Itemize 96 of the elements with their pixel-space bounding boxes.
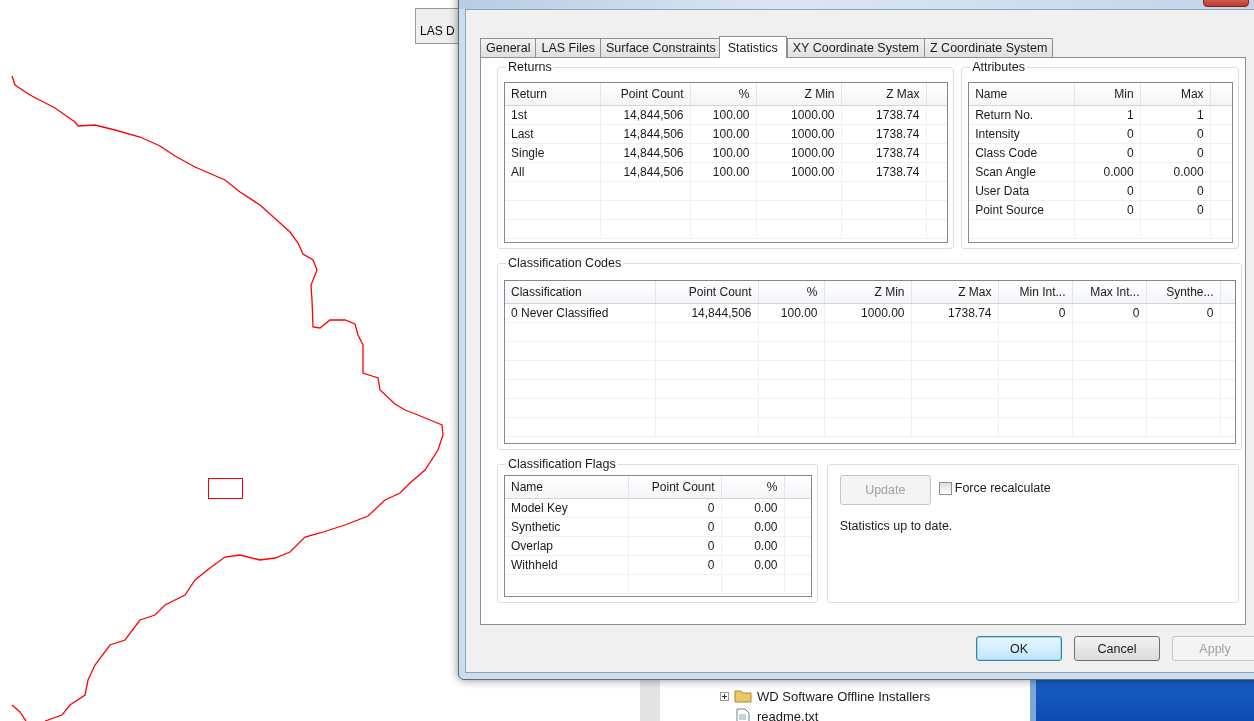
table-cell: 1st [505,105,600,124]
table-cell: 14,844,506 [600,124,690,143]
table-cell: Single [505,143,600,162]
table-cell: 1738.74 [841,105,926,124]
table-cell: 1000.00 [756,143,841,162]
table-cell: 1738.74 [841,143,926,162]
table-cell: Synthetic [505,517,628,536]
item-label: WD Software Offline Installers [757,688,931,704]
table-cell: 14,844,506 [600,162,690,181]
group-title: Classification Flags [506,457,618,472]
table-cell: 0 [1140,124,1211,143]
table-cell: 0 [628,536,721,555]
column-header[interactable]: Max Int... [1072,281,1146,303]
column-header[interactable]: Z Min [824,281,911,303]
checkbox-label[interactable]: Force recalculate [954,481,1051,495]
tab[interactable]: Z Coordinate System [924,38,1054,57]
column-header[interactable]: Z Min [756,83,841,105]
column-header[interactable]: Z Max [841,83,926,105]
column-header[interactable]: Point Count [655,281,758,303]
table-cell: 0.00 [721,536,784,555]
tab[interactable]: Surface Constraints [600,38,722,57]
table-cell: 0.00 [721,517,784,536]
table-cell: 1000.00 [756,124,841,143]
status-text: Statistics up to date. [839,519,954,533]
table-cell: 1000.00 [756,105,841,124]
table-cell: 0 [1072,303,1146,322]
table-cell: 0 [1146,303,1220,322]
table-cell: 0 [1074,143,1141,162]
explorer-item[interactable]: readme.txt [720,706,1030,721]
column-header[interactable]: Z Max [911,281,998,303]
table-cell: Overlap [505,536,628,555]
table-cell: 1 [1140,105,1211,124]
table-cell: 0 [1074,124,1141,143]
table-cell: 0.000 [1140,162,1211,181]
table-cell: 0 [1140,181,1211,200]
table-cell: 0 [628,498,721,517]
table-cell: Return No. [969,105,1075,124]
column-header[interactable]: Point Count [600,83,690,105]
dialog-button[interactable]: Cancel [1074,636,1160,661]
table-cell: 0.00 [721,555,784,574]
table-cell: 0 Never Classified [505,303,655,322]
table-cell: 14,844,506 [600,105,690,124]
column-header[interactable]: Name [505,476,628,498]
table-cell: 14,844,506 [600,143,690,162]
table-cell: 0.000 [1074,162,1141,181]
table-cell: Scan Angle [969,162,1075,181]
tab[interactable]: General [480,38,537,57]
extent-rectangle [208,478,243,499]
table-cell: 1738.74 [841,162,926,181]
table-cell: 1738.74 [911,303,998,322]
table-cell: All [505,162,600,181]
table-cell: 1000.00 [824,303,911,322]
column-header[interactable]: Min [1074,83,1141,105]
column-header[interactable]: % [758,281,824,303]
expand-icon[interactable] [720,691,729,701]
table-cell: 100.00 [690,124,756,143]
tab[interactable]: XY Coordinate System [786,38,925,57]
column-header[interactable]: Return [505,83,600,105]
table-cell: Withheld [505,555,628,574]
column-header[interactable]: Min Int... [998,281,1072,303]
tab[interactable]: Statistics [718,36,787,58]
table-cell: 0 [998,303,1072,322]
table-cell: 0 [1074,181,1141,200]
folder-icon [734,689,752,703]
explorer-item[interactable]: WD Software Offline Installers [720,686,1030,706]
column-header[interactable]: Max [1140,83,1211,105]
dialog-button[interactable]: OK [976,636,1062,661]
table-cell: Model Key [505,498,628,517]
table-cell: 0 [628,555,721,574]
column-header[interactable]: % [690,83,756,105]
column-header[interactable]: Point Count [628,476,721,498]
item-label: readme.txt [757,708,819,721]
tab[interactable]: LAS Files [535,38,601,57]
table-cell: 1000.00 [756,162,841,181]
table-cell: 0 [1074,200,1141,219]
table-cell: 14,844,506 [655,303,758,322]
table-cell: 100.00 [758,303,824,322]
table-cell: 100.00 [690,105,756,124]
table-cell: 100.00 [690,162,756,181]
table-cell: Point Source [969,200,1075,219]
table-cell: 0 [1140,143,1211,162]
column-header[interactable]: Classification [505,281,655,303]
table-cell: 0 [628,517,721,536]
table-cell: 1738.74 [841,124,926,143]
table-cell: Intensity [969,124,1075,143]
table-cell: User Data [969,181,1075,200]
table-cell: 100.00 [690,143,756,162]
table-cell: 0.00 [721,498,784,517]
column-header[interactable]: Name [969,83,1075,105]
table-cell: 0 [1140,200,1211,219]
table-cell: Last [505,124,600,143]
column-header[interactable]: % [721,476,784,498]
column-header[interactable]: Synthe... [1146,281,1220,303]
table-cell: 1 [1074,105,1141,124]
table-cell: Class Code [969,143,1075,162]
checkbox[interactable] [938,481,952,495]
